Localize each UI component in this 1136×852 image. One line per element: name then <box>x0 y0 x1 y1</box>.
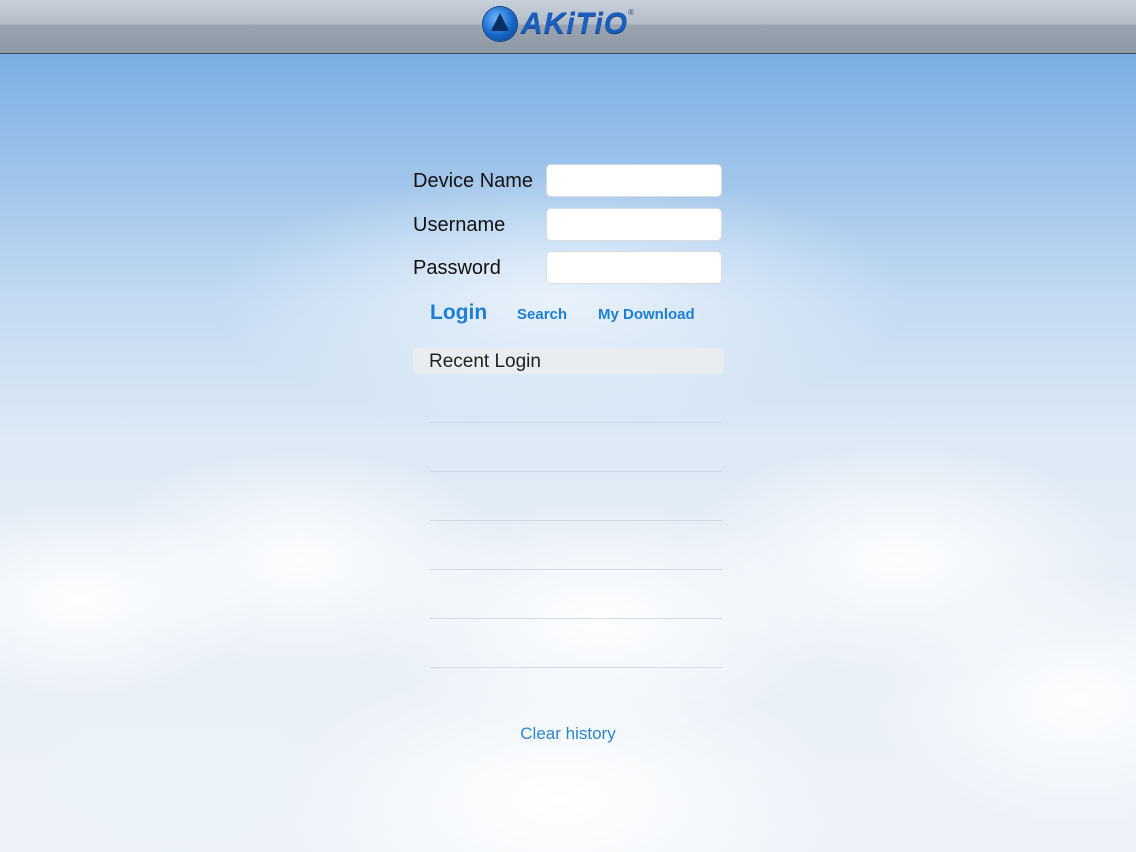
recent-login-header: Recent Login <box>413 348 724 374</box>
device-name-field[interactable] <box>546 164 722 197</box>
list-item[interactable] <box>430 472 722 521</box>
list-item[interactable] <box>430 374 722 423</box>
login-button[interactable]: Login <box>430 301 487 325</box>
username-row: Username <box>413 207 724 252</box>
logo-text: AKiTiO <box>521 7 629 40</box>
recent-login-section: Recent Login <box>413 348 724 668</box>
password-row: Password <box>413 251 724 295</box>
akitio-logo-icon <box>483 7 517 41</box>
password-label: Password <box>413 257 501 279</box>
clear-history-button[interactable]: Clear history <box>520 724 615 744</box>
my-download-button[interactable]: My Download <box>598 306 695 323</box>
password-field[interactable] <box>546 251 722 284</box>
list-item[interactable] <box>430 423 722 472</box>
clear-history-container: Clear history <box>0 724 1136 744</box>
username-field[interactable] <box>546 207 722 241</box>
action-bar: Login Search My Download <box>413 298 724 330</box>
list-item[interactable] <box>430 619 722 668</box>
list-item[interactable] <box>430 570 722 619</box>
list-item[interactable] <box>430 521 722 570</box>
akitio-logo: AKiTiO ® <box>483 5 653 43</box>
username-label: Username <box>413 213 506 236</box>
device-name-row: Device Name <box>413 164 724 208</box>
registered-mark: ® <box>628 8 635 17</box>
search-button[interactable]: Search <box>517 306 567 323</box>
login-form: Device Name Username Password <box>413 164 724 295</box>
recent-login-list <box>430 374 722 668</box>
device-name-label: Device Name <box>413 170 534 192</box>
top-bar: AKiTiO ® <box>0 0 1136 54</box>
